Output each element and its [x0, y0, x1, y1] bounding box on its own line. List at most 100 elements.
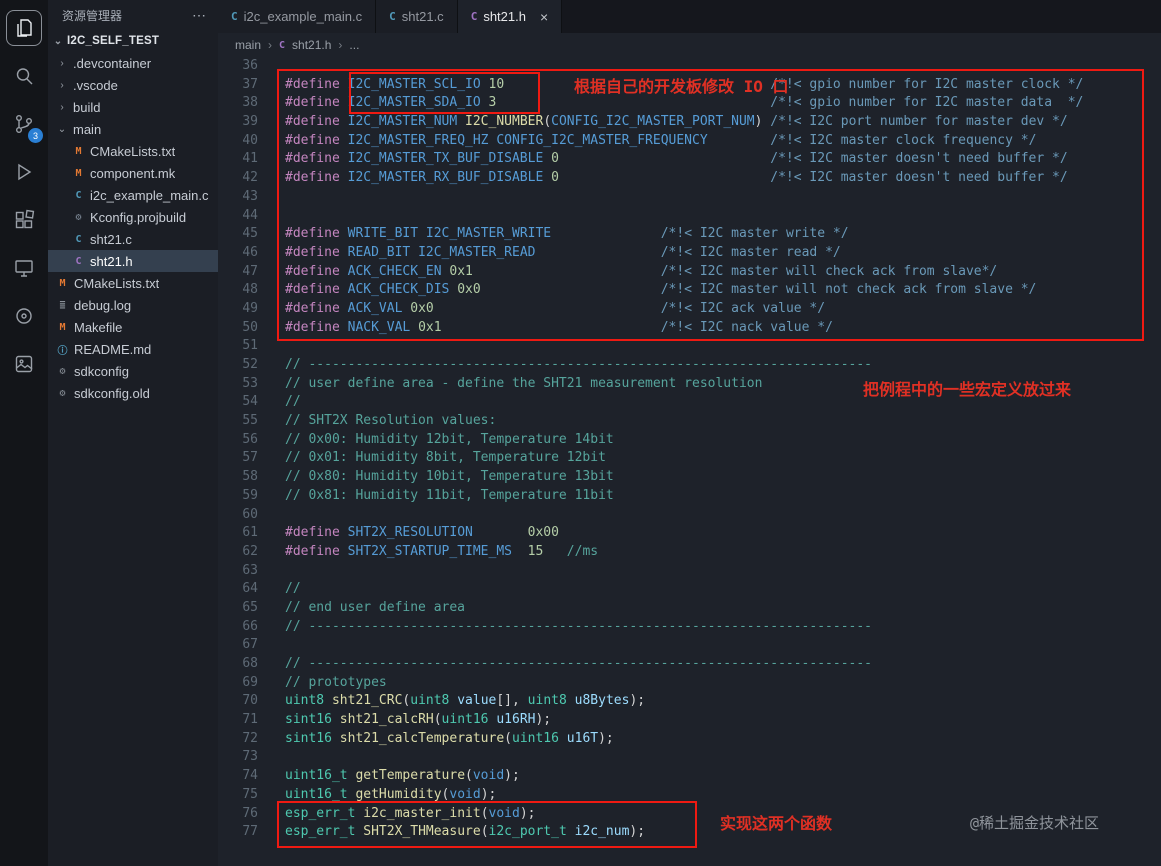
- file-label: build: [73, 99, 101, 115]
- code-line[interactable]: 76 esp_err_t i2c_master_init(void);: [218, 805, 1161, 824]
- chevron-down-icon: ⌄: [57, 123, 67, 135]
- explorer-icon[interactable]: [0, 4, 48, 52]
- code-line[interactable]: 38 #define I2C_MASTER_SDA_IO 3 /*!< gpio …: [218, 94, 1161, 113]
- code-line[interactable]: 40 #define I2C_MASTER_FREQ_HZ CONFIG_I2C_…: [218, 132, 1161, 151]
- breadcrumb-item[interactable]: sht21.h: [292, 38, 331, 52]
- code-line[interactable]: 72 sint16 sht21_calcTemperature(uint16 u1…: [218, 730, 1161, 749]
- code-line[interactable]: 65 // end user define area: [218, 599, 1161, 618]
- code-line[interactable]: 66 // -----------------------------------…: [218, 618, 1161, 637]
- code-line[interactable]: 51: [218, 337, 1161, 356]
- file-tree-item-CMakeLists.txt[interactable]: M CMakeLists.txt: [48, 272, 218, 294]
- code-line[interactable]: 45 #define WRITE_BIT I2C_MASTER_WRITE /*!…: [218, 225, 1161, 244]
- file-tree-item-Makefile[interactable]: M Makefile: [48, 316, 218, 338]
- code-line[interactable]: 59 // 0x81: Humidity 11bit, Temperature 1…: [218, 487, 1161, 506]
- code-editor[interactable]: 36 37 #define I2C_MASTER_SCL_IO 10 /*!< gp…: [218, 57, 1161, 866]
- file-tree-item-sdkconfig[interactable]: ⚙ sdkconfig: [48, 360, 218, 382]
- code-text: #define ACK_CHECK_EN 0x1 /*!< I2C master…: [285, 263, 998, 279]
- file-label: sht21.c: [90, 231, 132, 247]
- ports-icon[interactable]: [0, 292, 48, 340]
- tab-i2c_example_main.c[interactable]: Ci2c_example_main.c: [218, 0, 377, 33]
- sidebar-more-actions-icon[interactable]: ⋯: [192, 7, 206, 24]
- code-lines: 36 37 #define I2C_MASTER_SCL_IO 10 /*!< gp…: [218, 57, 1161, 842]
- close-icon[interactable]: ×: [540, 9, 548, 25]
- breadcrumb-item[interactable]: main: [235, 38, 261, 52]
- code-text: uint16_t getHumidity(void);: [285, 786, 497, 802]
- file-label: CMakeLists.txt: [90, 143, 176, 159]
- file-tree-item-i2c_example_main.c[interactable]: Ci2c_example_main.c: [48, 184, 218, 206]
- file-type-icon: M: [75, 145, 82, 157]
- tab-sht21.h[interactable]: Csht21.h ×: [457, 0, 563, 33]
- code-line[interactable]: 56 // 0x00: Humidity 12bit, Temperature 1…: [218, 431, 1161, 450]
- source-control-icon[interactable]: 3: [0, 100, 48, 148]
- code-line[interactable]: 71 sint16 sht21_calcRH(uint16 u16RH);: [218, 711, 1161, 730]
- active-icon-frame: [6, 10, 42, 46]
- code-line[interactable]: 37 #define I2C_MASTER_SCL_IO 10 /*!< gpio…: [218, 76, 1161, 95]
- code-line[interactable]: 53 // user define area - define the SHT21…: [218, 375, 1161, 394]
- line-number: 38: [242, 95, 258, 111]
- remote-explorer-icon[interactable]: [0, 244, 48, 292]
- code-line[interactable]: 67: [218, 636, 1161, 655]
- code-text: #define ACK_VAL 0x0 /*!< I2C ack value *…: [285, 300, 826, 316]
- code-line[interactable]: 44: [218, 207, 1161, 226]
- code-line[interactable]: 63: [218, 562, 1161, 581]
- code-line[interactable]: 48 #define ACK_CHECK_DIS 0x0 /*!< I2C mas…: [218, 281, 1161, 300]
- line-number: 48: [242, 282, 258, 298]
- breadcrumb-item[interactable]: ...: [349, 38, 359, 52]
- file-tree-item-CMakeLists.txt[interactable]: M CMakeLists.txt: [48, 140, 218, 162]
- code-line[interactable]: 47 #define ACK_CHECK_EN 0x1 /*!< I2C mast…: [218, 263, 1161, 282]
- code-line[interactable]: 36: [218, 57, 1161, 76]
- project-section-header[interactable]: ⌄ I2C_SELF_TEST: [48, 30, 218, 52]
- file-tree-item-.devcontainer[interactable]: › .devcontainer: [48, 52, 218, 74]
- breadcrumb[interactable]: main › Csht21.h ›...: [218, 33, 1161, 57]
- code-line[interactable]: 43: [218, 188, 1161, 207]
- code-line[interactable]: 62 #define SHT2X_STARTUP_TIME_MS 15 //ms: [218, 543, 1161, 562]
- code-line[interactable]: 46 #define READ_BIT I2C_MASTER_READ /*!< …: [218, 244, 1161, 263]
- code-line[interactable]: 39 #define I2C_MASTER_NUM I2C_NUMBER(CONF…: [218, 113, 1161, 132]
- extensions-icon[interactable]: [0, 196, 48, 244]
- run-debug-icon[interactable]: [0, 148, 48, 196]
- code-line[interactable]: 54 //: [218, 393, 1161, 412]
- code-text: #define ACK_CHECK_DIS 0x0 /*!< I2C maste…: [285, 282, 1037, 298]
- code-line[interactable]: 58 // 0x80: Humidity 10bit, Temperature 1…: [218, 468, 1161, 487]
- code-line[interactable]: 73: [218, 748, 1161, 767]
- line-number: 49: [242, 300, 258, 316]
- code-line[interactable]: 60: [218, 506, 1161, 525]
- image-tool-icon[interactable]: [0, 340, 48, 388]
- editor-group: Ci2c_example_main.c Csht21.c Csht21.h × mai…: [218, 0, 1161, 866]
- code-line[interactable]: 74 uint16_t getTemperature(void);: [218, 767, 1161, 786]
- file-tree-item-sht21.c[interactable]: Csht21.c: [48, 228, 218, 250]
- code-line[interactable]: 77 esp_err_t SHT2X_THMeasure(i2c_port_t i…: [218, 823, 1161, 842]
- c-file-icon: C: [231, 10, 238, 23]
- code-line[interactable]: 75 uint16_t getHumidity(void);: [218, 786, 1161, 805]
- code-line[interactable]: 61 #define SHT2X_RESOLUTION 0x00: [218, 524, 1161, 543]
- code-line[interactable]: 50 #define NACK_VAL 0x1 /*!< I2C nack val…: [218, 319, 1161, 338]
- code-line[interactable]: 69 // prototypes: [218, 674, 1161, 693]
- file-tree-item-component.mk[interactable]: Mcomponent.mk: [48, 162, 218, 184]
- file-label: sht21.h: [90, 253, 133, 269]
- code-line[interactable]: 57 // 0x01: Humidity 8bit, Temperature 12…: [218, 449, 1161, 468]
- code-line[interactable]: 49 #define ACK_VAL 0x0 /*!< I2C ack value…: [218, 300, 1161, 319]
- code-line[interactable]: 41 #define I2C_MASTER_TX_BUF_DISABLE 0 /*…: [218, 150, 1161, 169]
- file-tree-item-README.md[interactable]: ⓘ README.md: [48, 338, 218, 360]
- line-number: 66: [242, 618, 258, 634]
- file-tree-item-main[interactable]: ⌄ main: [48, 118, 218, 140]
- code-line[interactable]: 52 // -----------------------------------…: [218, 356, 1161, 375]
- file-tree-item-sht21.h[interactable]: Csht21.h: [48, 250, 218, 272]
- search-icon[interactable]: [0, 52, 48, 100]
- code-line[interactable]: 55 // SHT2X Resolution values:: [218, 412, 1161, 431]
- file-tree-item-build[interactable]: › build: [48, 96, 218, 118]
- chevron-right-icon: ›: [60, 79, 64, 91]
- c-file-icon: C: [279, 39, 286, 51]
- code-line[interactable]: 42 #define I2C_MASTER_RX_BUF_DISABLE 0 /*…: [218, 169, 1161, 188]
- code-text: #define NACK_VAL 0x1 /*!< I2C nack value…: [285, 319, 833, 335]
- file-tree-item-sdkconfig.old[interactable]: ⚙ sdkconfig.old: [48, 382, 218, 404]
- code-line[interactable]: 70 uint8 sht21_CRC(uint8 value[], uint8 u…: [218, 692, 1161, 711]
- code-line[interactable]: 68 // -----------------------------------…: [218, 655, 1161, 674]
- breadcrumb-separator: ›: [338, 38, 343, 52]
- file-tree-item-.vscode[interactable]: › .vscode: [48, 74, 218, 96]
- code-line[interactable]: 64 //: [218, 580, 1161, 599]
- file-tree-item-Kconfig.projbuild[interactable]: ⚙ Kconfig.projbuild: [48, 206, 218, 228]
- file-label: main: [73, 121, 102, 137]
- file-tree-item-debug.log[interactable]: ≣ debug.log: [48, 294, 218, 316]
- tab-sht21.c[interactable]: Csht21.c: [376, 0, 458, 33]
